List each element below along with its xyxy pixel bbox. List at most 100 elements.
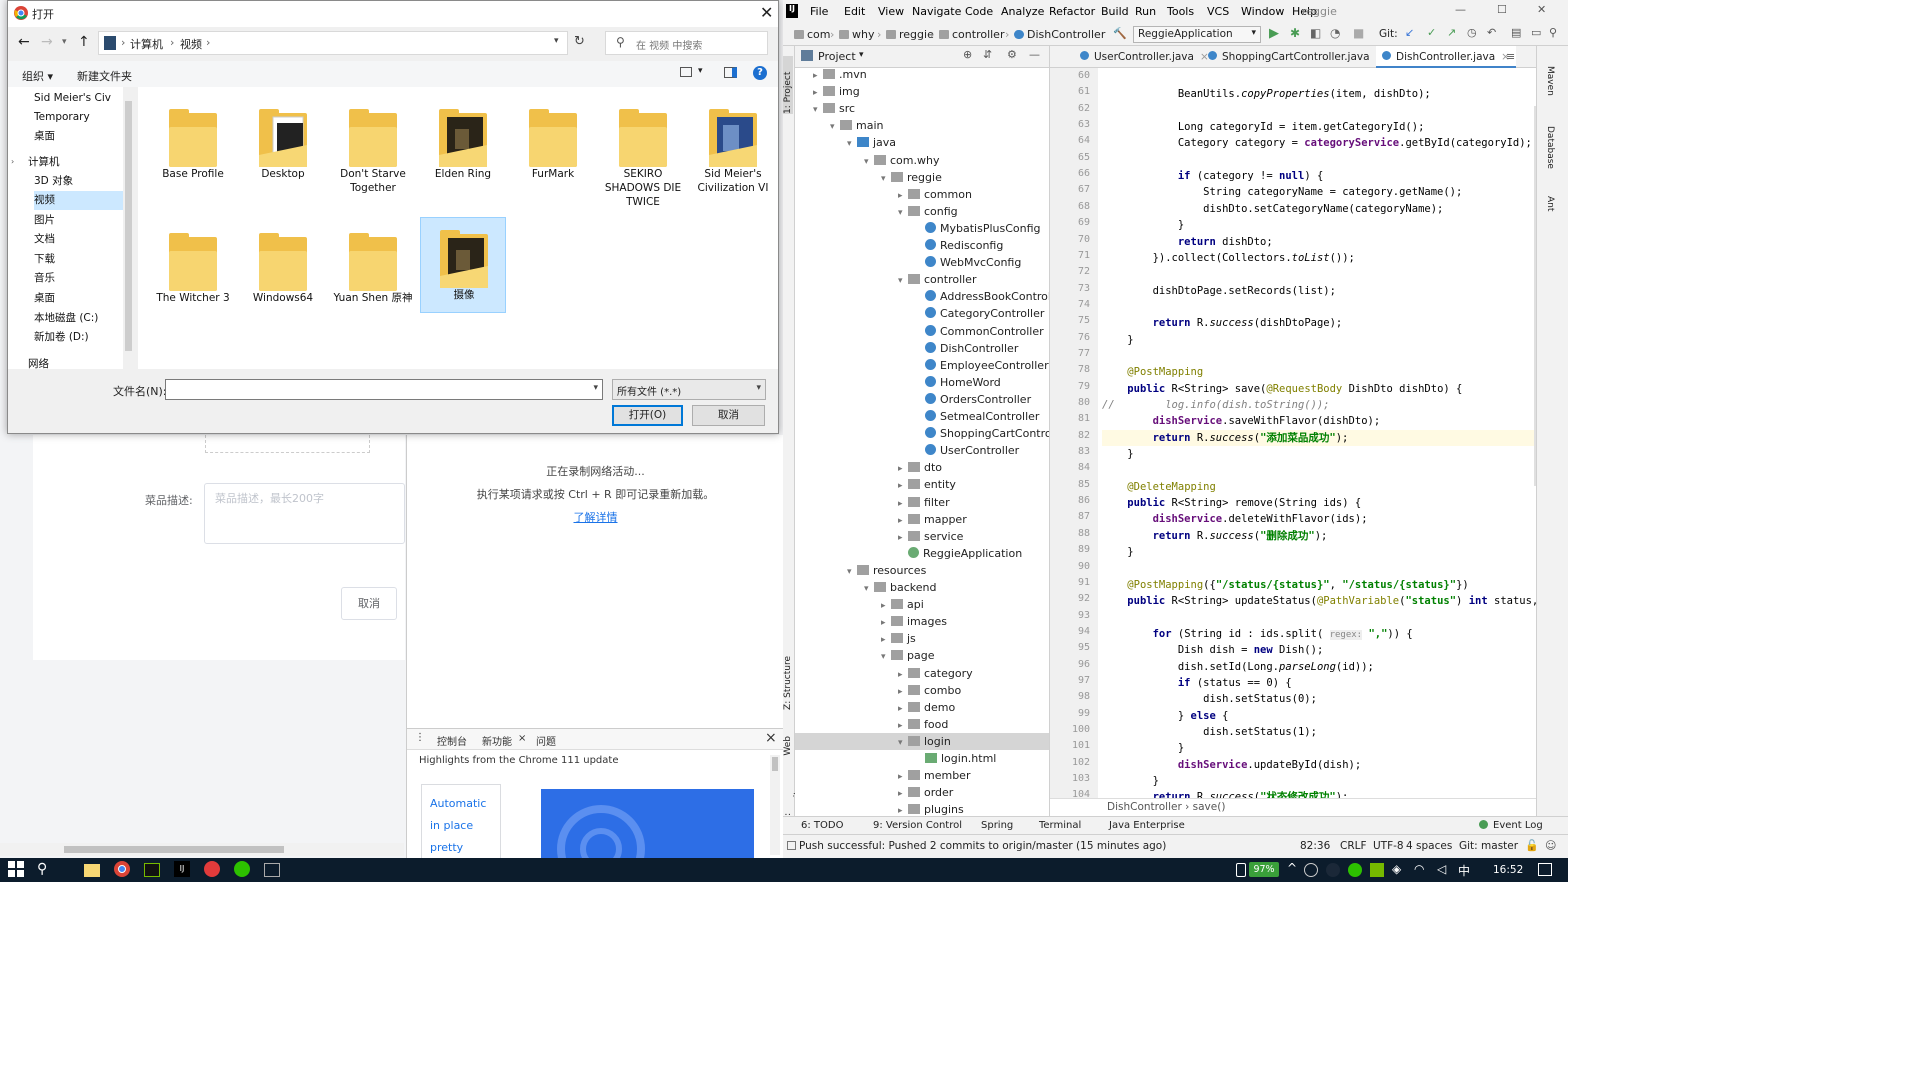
code-line[interactable]: dishService.saveWithFlavor(dishDto); <box>1102 413 1381 429</box>
tree-node[interactable]: ▸ demo <box>795 699 1049 716</box>
windows-start-icon[interactable] <box>8 861 26 879</box>
editor-breadcrumb[interactable]: DishController › save() <box>1050 798 1537 816</box>
nav-item-0[interactable]: Sid Meier's Civ <box>34 89 129 108</box>
tray-app-icon[interactable] <box>1304 863 1318 877</box>
code-line[interactable]: dish.setStatus(1); <box>1102 724 1317 740</box>
tree-node[interactable]: ▸ mapper <box>795 511 1049 528</box>
code-line[interactable]: } <box>1102 740 1184 756</box>
menu-run[interactable]: Run <box>1135 5 1156 18</box>
expand-arrow-icon[interactable]: ▾ <box>898 273 908 288</box>
breadcrumb-videos[interactable]: 视频 <box>180 36 202 52</box>
tree-node[interactable]: DishController <box>795 340 1049 357</box>
nav-item-5[interactable]: 视频 <box>34 191 129 210</box>
code-line[interactable]: // log.info(dish.toString()); <box>1102 397 1330 413</box>
build-hammer-icon[interactable]: 🔨 <box>1113 27 1127 40</box>
chevron-down-icon[interactable]: ▾ <box>554 36 559 46</box>
spring-tool-button[interactable]: Spring <box>981 820 1013 831</box>
new-folder-button[interactable]: 新建文件夹 <box>77 68 132 84</box>
network-icon[interactable]: ◈ <box>1392 862 1401 876</box>
tree-node[interactable]: ▸ .mvn <box>795 68 1049 83</box>
code-line[interactable]: dishService.updateById(dish); <box>1102 757 1361 773</box>
cancel-button[interactable]: 取消 <box>692 405 765 426</box>
recent-dropdown-icon[interactable]: ▾ <box>62 37 67 47</box>
close-icon[interactable]: ✕ <box>760 3 773 22</box>
expand-arrow-icon[interactable]: ▸ <box>813 68 823 83</box>
tree-node[interactable]: HomeWord <box>795 374 1049 391</box>
expand-arrow-icon[interactable]: ▸ <box>898 701 908 716</box>
terminal-tool-button[interactable]: Terminal <box>1039 820 1081 831</box>
battery-indicator[interactable]: 97% <box>1249 862 1279 877</box>
code-line[interactable]: } else { <box>1102 708 1229 724</box>
menu-code[interactable]: Code <box>965 5 993 18</box>
file-item[interactable]: The Witcher 3 <box>150 221 236 317</box>
tree-node[interactable]: CommonController <box>795 323 1049 340</box>
expand-arrow-icon[interactable]: ▾ <box>847 564 857 579</box>
code-line[interactable]: BeanUtils.copyProperties(item, dishDto); <box>1102 86 1431 102</box>
menu-build[interactable]: Build <box>1101 5 1129 18</box>
code-line[interactable]: }).collect(Collectors.toList()); <box>1102 250 1355 266</box>
indent-setting[interactable]: 4 spaces <box>1406 840 1452 852</box>
profile-icon[interactable]: ◔ <box>1330 26 1340 40</box>
filetype-select[interactable]: 所有文件 (*.*) ▾ <box>612 379 766 400</box>
image-upload-box[interactable] <box>205 435 370 453</box>
tree-node[interactable]: ▾ java <box>795 134 1049 151</box>
chrome-taskbar-icon[interactable] <box>114 861 132 879</box>
expand-arrow-icon[interactable]: ▸ <box>898 786 908 801</box>
code-line[interactable]: String categoryName = category.getName()… <box>1102 184 1462 200</box>
drawer-scrollbar[interactable] <box>770 755 780 855</box>
collapse-icon[interactable]: ⇵ <box>983 48 992 61</box>
menu-navigate[interactable]: Navigate <box>912 5 961 18</box>
expand-arrow-icon[interactable]: › <box>11 157 14 166</box>
file-item[interactable]: Don't Starve Together <box>330 97 416 194</box>
close-tab-icon[interactable]: × <box>518 733 526 744</box>
nav-item-8[interactable]: 下载 <box>34 250 129 269</box>
locate-icon[interactable]: ⊕ <box>963 48 972 61</box>
netease-music-icon[interactable] <box>204 861 220 877</box>
code-line[interactable]: public R<String> save(@RequestBody DishD… <box>1102 381 1462 397</box>
nav-item-9[interactable]: 音乐 <box>34 269 129 288</box>
tree-node[interactable]: UserController <box>795 442 1049 459</box>
volume-icon[interactable]: ◁ <box>1437 862 1446 876</box>
tree-node[interactable]: ▸ api <box>795 596 1049 613</box>
chevron-down-icon[interactable]: ▾ <box>859 50 864 60</box>
expand-arrow-icon[interactable]: ▸ <box>898 188 908 203</box>
layout-toggle-icon[interactable] <box>787 841 796 850</box>
feature-card[interactable]: Automatic in place pretty print <box>421 784 501 858</box>
expand-arrow-icon[interactable]: ▸ <box>881 615 891 630</box>
file-item[interactable]: Desktop <box>240 97 326 193</box>
forward-arrow-icon[interactable]: → <box>41 34 53 50</box>
tree-node[interactable]: ▾ login <box>795 732 1049 750</box>
structure-tool-button[interactable]: Z: Structure <box>783 656 793 710</box>
tree-node[interactable]: ▾ controller <box>795 271 1049 288</box>
tree-node[interactable]: ReggieApplication <box>795 545 1049 562</box>
expand-arrow-icon[interactable]: ▸ <box>898 769 908 784</box>
nav-item-4[interactable]: 3D 对象 <box>34 172 129 191</box>
file-item[interactable]: Elden Ring <box>420 97 506 193</box>
dish-description-input[interactable]: 菜品描述，最长200字 <box>204 483 405 544</box>
notification-icon[interactable] <box>1538 863 1552 876</box>
nav-item-2[interactable]: 桌面 <box>34 127 129 146</box>
tree-node[interactable]: ▸ service <box>795 528 1049 545</box>
code-line[interactable]: dishDto.setCategoryName(categoryName); <box>1102 201 1443 217</box>
nvidia-icon[interactable] <box>144 863 160 877</box>
status-message[interactable]: Push successful: Pushed 2 commits to ori… <box>799 840 1166 852</box>
stop-icon[interactable]: ■ <box>1353 26 1364 40</box>
wechat-tray-icon[interactable] <box>1348 863 1362 877</box>
tree-node[interactable]: ▸ order <box>795 784 1049 801</box>
expand-arrow-icon[interactable]: ▸ <box>898 667 908 682</box>
code-line[interactable]: } <box>1102 332 1133 348</box>
view-mode-icon[interactable] <box>680 67 692 77</box>
back-arrow-icon[interactable]: ← <box>18 34 30 50</box>
code-line[interactable]: @DeleteMapping <box>1102 479 1216 495</box>
nav-item-10[interactable]: 桌面 <box>34 289 129 308</box>
maximize-icon[interactable]: ☐ <box>1497 3 1507 16</box>
code-line[interactable]: dishService.deleteWithFlavor(ids); <box>1102 511 1368 527</box>
expand-arrow-icon[interactable]: ▸ <box>898 496 908 511</box>
code-line[interactable]: return R.success(dishDtoPage); <box>1102 315 1343 331</box>
tree-node[interactable]: login.html <box>795 750 1049 767</box>
tree-node[interactable]: ShoppingCartControlle <box>795 425 1049 442</box>
tab-console[interactable]: 控制台 <box>437 733 467 748</box>
hide-icon[interactable]: — <box>1029 48 1040 61</box>
expand-arrow-icon[interactable]: ▸ <box>813 85 823 100</box>
nvidia-tray-icon[interactable] <box>1370 863 1384 877</box>
